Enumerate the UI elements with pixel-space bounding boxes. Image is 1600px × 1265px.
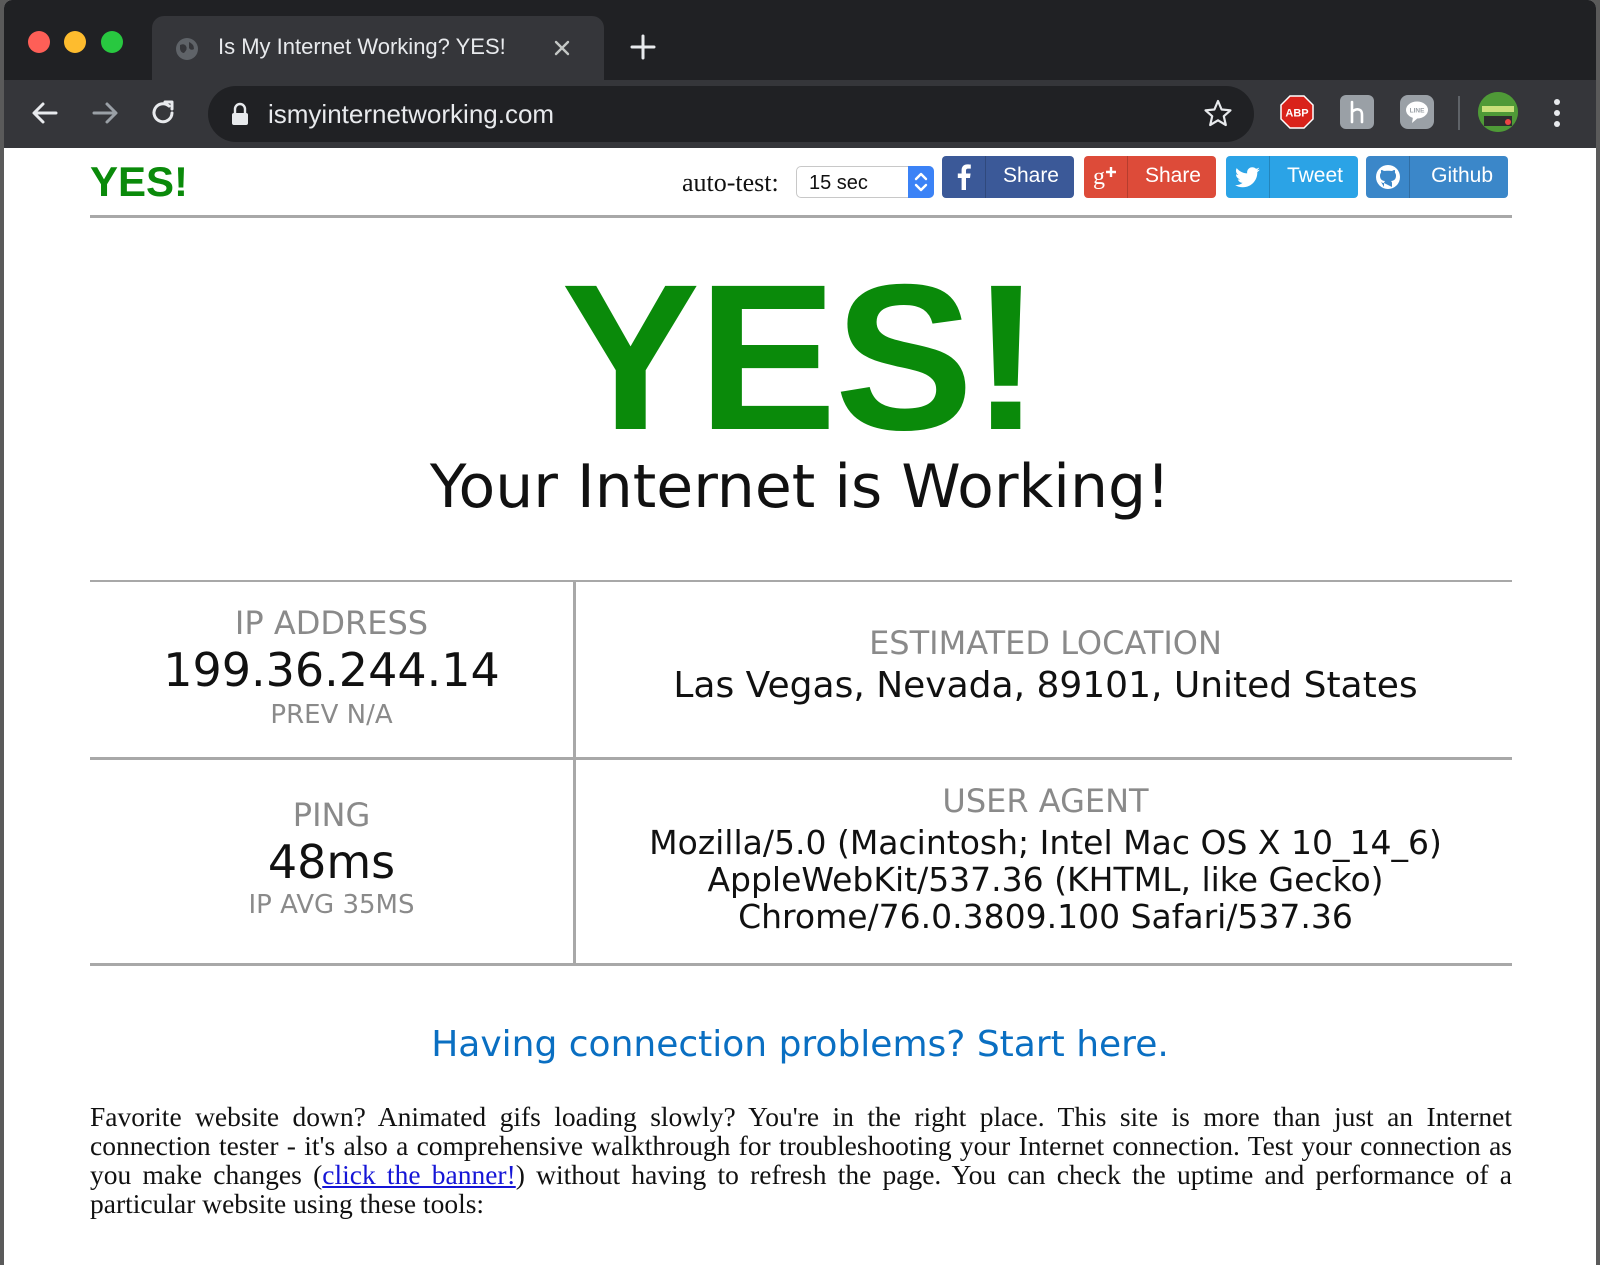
toolbar-separator <box>1458 96 1460 130</box>
facebook-icon <box>942 156 986 198</box>
autotest-select[interactable]: 15 sec <box>796 166 934 198</box>
ip-address-label: IP ADDRESS <box>234 604 429 642</box>
user-agent-cell: USER AGENT Mozilla/5.0 (Macintosh; Intel… <box>579 760 1512 963</box>
twitter-tweet-button[interactable]: Tweet <box>1226 156 1358 198</box>
autotest-value: 15 sec <box>809 172 868 194</box>
tab-strip: Is My Internet Working? YES! <box>4 0 1596 80</box>
status-headline: YES! <box>561 242 1040 474</box>
site-header: YES! auto-test: 15 sec Share g Share Twe… <box>90 156 1512 218</box>
abp-icon[interactable]: ABP <box>1280 95 1314 129</box>
more-menu-icon[interactable] <box>1552 96 1562 130</box>
banner-link[interactable]: click the banner! <box>322 1159 516 1190</box>
select-arrows-icon <box>908 166 934 198</box>
info-table: IP ADDRESS 199.36.244.14 PREV N/A ESTIMA… <box>90 580 1512 966</box>
close-window-button[interactable] <box>28 31 50 53</box>
ping-cell: PING 48ms IP AVG 35MS <box>90 760 576 963</box>
address-bar[interactable]: ismyinternetworking.com <box>208 86 1254 142</box>
maximize-window-button[interactable] <box>101 31 123 53</box>
ip-previous: PREV N/A <box>270 700 393 730</box>
h-icon[interactable] <box>1340 95 1374 129</box>
svg-text:g: g <box>1093 164 1105 190</box>
lock-icon <box>232 102 248 125</box>
svg-text:LINE: LINE <box>1410 108 1425 115</box>
back-icon[interactable] <box>28 96 62 130</box>
status-message: Your Internet is Working! <box>429 452 1171 522</box>
ip-address-value: 199.36.244.14 <box>163 643 500 697</box>
google-plus-icon: g <box>1084 156 1128 198</box>
user-agent-line: Mozilla/5.0 (Macintosh; Intel Mac OS X 1… <box>649 823 1442 862</box>
bookmark-star-icon[interactable] <box>1202 98 1234 130</box>
minimize-window-button[interactable] <box>64 31 86 53</box>
browser-window: Is My Internet Working? YES! ismyinterne… <box>4 0 1596 1265</box>
browser-toolbar: ismyinternetworking.com ABP LINE <box>4 80 1596 148</box>
ping-average: IP AVG 35MS <box>248 890 415 920</box>
location-cell: ESTIMATED LOCATION Las Vegas, Nevada, 89… <box>579 582 1512 757</box>
twitter-icon <box>1226 156 1270 198</box>
close-tab-icon[interactable] <box>550 36 574 60</box>
tab-active[interactable]: Is My Internet Working? YES! <box>152 16 604 80</box>
url-text: ismyinternetworking.com <box>268 99 555 129</box>
profile-avatar[interactable] <box>1478 92 1518 132</box>
page-content: YES! auto-test: 15 sec Share g Share Twe… <box>4 148 1596 1265</box>
user-agent-line: AppleWebKit/537.36 (KHTML, like Gecko) <box>707 860 1384 899</box>
ping-label: PING <box>292 796 371 834</box>
user-agent-label: USER AGENT <box>942 782 1149 820</box>
location-label: ESTIMATED LOCATION <box>869 624 1222 662</box>
tab-title: Is My Internet Working? YES! <box>218 34 506 59</box>
ip-address-cell: IP ADDRESS 199.36.244.14 PREV N/A <box>90 582 576 757</box>
ping-value: 48ms <box>267 835 396 889</box>
svg-text:ABP: ABP <box>1285 108 1308 120</box>
site-logo[interactable]: YES! <box>90 158 188 206</box>
forward-icon[interactable] <box>88 96 122 130</box>
location-value: Las Vegas, Nevada, 89101, United States <box>673 665 1418 706</box>
googleplus-share-button[interactable]: g Share <box>1084 156 1216 198</box>
new-tab-icon[interactable] <box>629 33 657 61</box>
user-agent-line: Chrome/76.0.3809.100 Safari/537.36 <box>738 897 1353 936</box>
line-icon[interactable]: LINE <box>1400 95 1434 129</box>
info-row: PING 48ms IP AVG 35MS USER AGENT Mozilla… <box>90 760 1512 966</box>
globe-icon <box>176 38 198 60</box>
facebook-share-button[interactable]: Share <box>942 156 1074 198</box>
reload-icon[interactable] <box>146 96 180 130</box>
autotest-label: auto-test: <box>682 168 779 197</box>
info-row: IP ADDRESS 199.36.244.14 PREV N/A ESTIMA… <box>90 582 1512 760</box>
github-icon <box>1366 156 1410 198</box>
github-button[interactable]: Github <box>1366 156 1508 198</box>
intro-paragraph: Favorite website down? Animated gifs loa… <box>90 1101 1513 1219</box>
help-link[interactable]: Having connection problems? Start here. <box>4 1024 1596 1065</box>
